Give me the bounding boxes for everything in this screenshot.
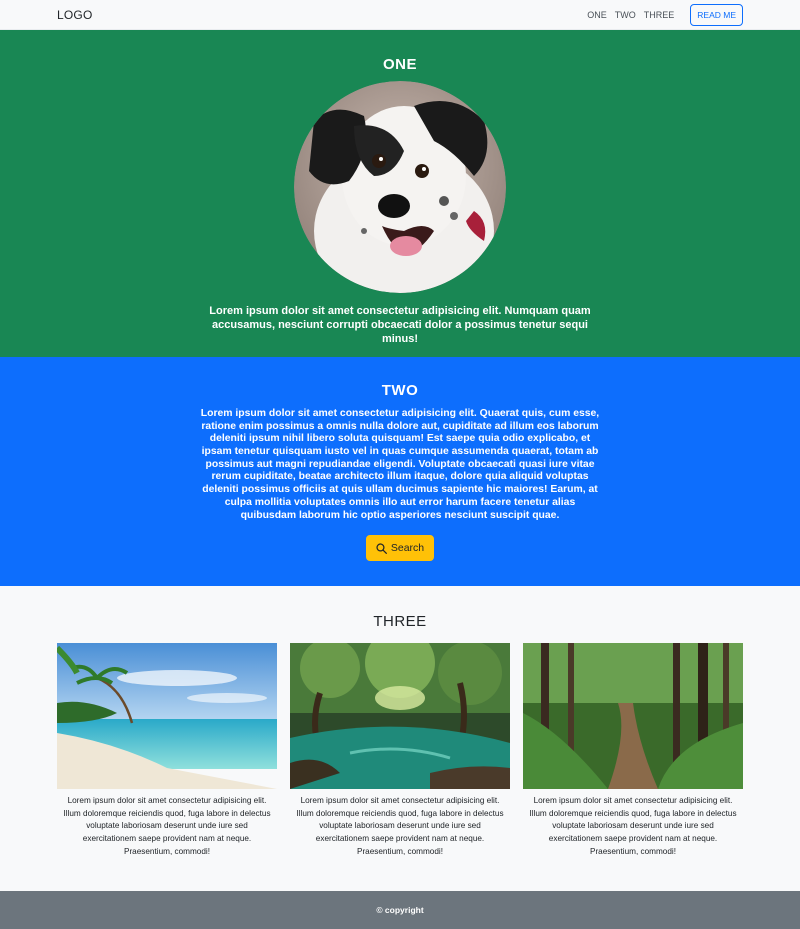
card: Lorem ipsum dolor sit amet consectetur a… — [523, 643, 743, 859]
forest-river-image — [290, 643, 510, 789]
logo[interactable]: LOGO — [57, 8, 92, 22]
dog-image — [294, 81, 506, 293]
card-text: Lorem ipsum dolor sit amet consectetur a… — [529, 796, 737, 856]
card-text: Lorem ipsum dolor sit amet consectetur a… — [296, 796, 504, 856]
section-three-title: THREE — [373, 613, 427, 630]
footer: © copyright — [0, 891, 800, 929]
nav-link-one[interactable]: ONE — [587, 10, 607, 20]
search-button-label: Search — [390, 542, 425, 555]
search-button[interactable]: Search — [365, 535, 435, 562]
section-two-text: Lorem ipsum dolor sit amet consectetur a… — [200, 408, 600, 521]
read-me-button[interactable]: READ ME — [690, 3, 743, 26]
section-three: THREE Lorem ipsum dolor sit amet consect… — [0, 586, 800, 891]
card-grid: Lorem ipsum dolor sit amet consectetur a… — [0, 643, 800, 859]
card: Lorem ipsum dolor sit amet consectetur a… — [57, 643, 277, 859]
beach-image — [57, 643, 277, 789]
nav-links: ONE TWO THREE READ ME — [587, 3, 743, 26]
section-one-text: Lorem ipsum dolor sit amet consectetur a… — [209, 305, 591, 345]
forest-path-image — [523, 643, 743, 789]
nav-link-three[interactable]: THREE — [644, 10, 675, 20]
section-one: ONE Lorem ipsum dolor sit amet consectet… — [0, 30, 800, 357]
section-two-title: TWO — [381, 382, 419, 399]
navbar: LOGO ONE TWO THREE READ ME — [0, 0, 800, 30]
section-one-title: ONE — [382, 56, 417, 73]
copyright-text: © copyright — [376, 905, 424, 915]
section-two: TWO Lorem ipsum dolor sit amet consectet… — [0, 357, 800, 586]
search-icon — [376, 543, 387, 554]
nav-link-two[interactable]: TWO — [615, 10, 636, 20]
card: Lorem ipsum dolor sit amet consectetur a… — [290, 643, 510, 859]
card-text: Lorem ipsum dolor sit amet consectetur a… — [63, 796, 271, 856]
